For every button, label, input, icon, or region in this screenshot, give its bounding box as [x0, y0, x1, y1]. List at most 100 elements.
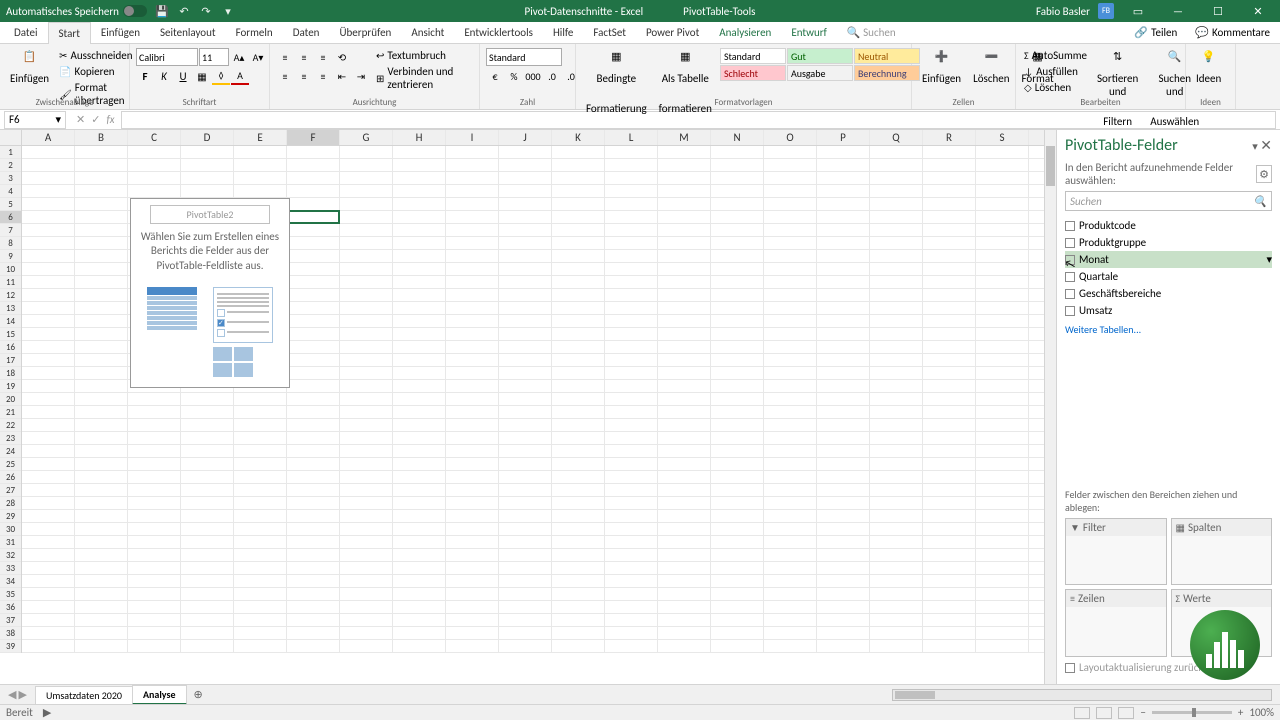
row-header[interactable]: 21: [0, 406, 21, 419]
bold-button[interactable]: F: [136, 67, 154, 85]
row-header[interactable]: 13: [0, 302, 21, 315]
rows-dropzone[interactable]: ≡ Zeilen: [1065, 589, 1167, 657]
row-header[interactable]: 9: [0, 250, 21, 263]
tab-analysieren[interactable]: Analysieren: [709, 22, 781, 44]
autosave-toggle[interactable]: [123, 5, 147, 17]
cut-button[interactable]: ✂ Ausschneiden: [57, 48, 134, 63]
minimize-icon[interactable]: —: [1162, 0, 1194, 22]
close-icon[interactable]: ✕: [1242, 0, 1274, 22]
user-avatar[interactable]: FB: [1098, 3, 1114, 19]
shrink-font-icon[interactable]: A▾: [249, 48, 267, 66]
col-header[interactable]: O: [764, 130, 817, 145]
normal-view-icon[interactable]: [1074, 707, 1090, 719]
vertical-scrollbar[interactable]: [1044, 130, 1056, 684]
col-header[interactable]: Q: [870, 130, 923, 145]
row-header[interactable]: 33: [0, 562, 21, 575]
border-button[interactable]: ▦: [193, 67, 211, 85]
fx-icon[interactable]: fx: [106, 113, 114, 126]
style-ausgabe[interactable]: Ausgabe: [787, 65, 853, 81]
style-berechnung[interactable]: Berechnung: [854, 65, 920, 81]
grow-font-icon[interactable]: A▴: [230, 48, 248, 66]
style-schlecht[interactable]: Schlecht: [720, 65, 786, 81]
indent-inc-icon[interactable]: ⇥: [352, 67, 370, 85]
tab-daten[interactable]: Daten: [283, 22, 330, 44]
comma-icon[interactable]: 000: [524, 67, 542, 85]
columns-dropzone[interactable]: ▦ Spalten: [1171, 518, 1273, 586]
field-item-produktgruppe[interactable]: Produktgruppe: [1065, 234, 1272, 251]
dec-inc-icon[interactable]: .0: [543, 67, 561, 85]
field-checkbox[interactable]: [1065, 238, 1075, 248]
page-layout-view-icon[interactable]: [1096, 707, 1112, 719]
align-center-icon[interactable]: ≡: [295, 67, 313, 85]
sheet-nav-next-icon[interactable]: ▶: [18, 688, 26, 701]
number-format-select[interactable]: [486, 48, 562, 66]
col-header[interactable]: G: [340, 130, 393, 145]
name-box[interactable]: F6▾: [4, 111, 66, 129]
pane-close-icon[interactable]: ✕: [1260, 137, 1272, 154]
fill-color-button[interactable]: ◊: [212, 67, 230, 85]
row-header[interactable]: 7: [0, 224, 21, 237]
paste-button[interactable]: 📋 Einfügen: [6, 48, 53, 87]
tab-datei[interactable]: Datei: [4, 22, 48, 44]
field-checkbox[interactable]: [1065, 289, 1075, 299]
style-standard[interactable]: Standard: [720, 48, 786, 64]
enter-formula-icon[interactable]: ✓: [91, 113, 100, 126]
row-header[interactable]: 30: [0, 523, 21, 536]
col-header[interactable]: H: [393, 130, 446, 145]
orientation-icon[interactable]: ⟲: [333, 48, 351, 66]
fill-button[interactable]: ↓ Ausfüllen: [1022, 64, 1089, 79]
search-box[interactable]: 🔍 Suchen: [837, 22, 906, 44]
indent-dec-icon[interactable]: ⇤: [333, 67, 351, 85]
cancel-formula-icon[interactable]: ✕: [76, 113, 85, 126]
align-bottom-icon[interactable]: ≡: [314, 48, 332, 66]
row-header[interactable]: 20: [0, 393, 21, 406]
col-header[interactable]: N: [711, 130, 764, 145]
underline-button[interactable]: U: [174, 67, 192, 85]
font-size-select[interactable]: [199, 48, 229, 66]
ribbon-display-icon[interactable]: ▭: [1122, 0, 1154, 22]
row-header[interactable]: 37: [0, 614, 21, 627]
row-header[interactable]: 17: [0, 354, 21, 367]
sheet-tab-analyse[interactable]: Analyse: [132, 685, 187, 705]
autosum-button[interactable]: Σ AutoSumme: [1022, 48, 1089, 63]
tab-factset[interactable]: FactSet: [583, 22, 636, 44]
field-item-monat[interactable]: Monat▾: [1065, 251, 1272, 268]
row-header[interactable]: 16: [0, 341, 21, 354]
ideas-button[interactable]: 💡Ideen: [1192, 48, 1225, 87]
macro-record-icon[interactable]: ▶: [43, 706, 51, 719]
tab-formeln[interactable]: Formeln: [226, 22, 283, 44]
row-header[interactable]: 14: [0, 315, 21, 328]
delete-cells-button[interactable]: ➖Löschen: [969, 48, 1013, 87]
comments-button[interactable]: 💬 Kommentare: [1189, 26, 1276, 39]
pane-dropdown-icon[interactable]: ▾: [1252, 140, 1258, 153]
defer-checkbox[interactable]: [1065, 663, 1075, 673]
tab-seitenlayout[interactable]: Seitenlayout: [150, 22, 226, 44]
zoom-in-icon[interactable]: +: [1238, 706, 1243, 719]
row-header[interactable]: 39: [0, 640, 21, 653]
col-header[interactable]: L: [605, 130, 658, 145]
currency-icon[interactable]: €: [486, 67, 504, 85]
row-header[interactable]: 26: [0, 471, 21, 484]
row-header[interactable]: 19: [0, 380, 21, 393]
more-tables-link[interactable]: Weitere Tabellen...: [1065, 319, 1272, 340]
row-header[interactable]: 11: [0, 276, 21, 289]
page-break-view-icon[interactable]: [1118, 707, 1134, 719]
row-header[interactable]: 22: [0, 419, 21, 432]
tab-ansicht[interactable]: Ansicht: [401, 22, 454, 44]
sheet-tab-umsatzdaten[interactable]: Umsatzdaten 2020: [35, 686, 133, 704]
italic-button[interactable]: K: [155, 67, 173, 85]
row-header[interactable]: 3: [0, 172, 21, 185]
gear-icon[interactable]: ⚙: [1256, 165, 1272, 183]
copy-button[interactable]: 📄 Kopieren: [57, 64, 134, 79]
zoom-out-icon[interactable]: −: [1140, 706, 1145, 719]
merge-button[interactable]: ⊞ Verbinden und zentrieren: [374, 64, 473, 92]
row-header[interactable]: 27: [0, 484, 21, 497]
style-gut[interactable]: Gut: [787, 48, 853, 64]
align-middle-icon[interactable]: ≡: [295, 48, 313, 66]
sort-filter-button[interactable]: ⇅Sortieren undFiltern: [1093, 48, 1142, 130]
row-header[interactable]: 10: [0, 263, 21, 276]
filter-dropzone[interactable]: ▼ Filter: [1065, 518, 1167, 586]
tab-powerpivot[interactable]: Power Pivot: [636, 22, 709, 44]
insert-cells-button[interactable]: ➕Einfügen: [918, 48, 965, 87]
maximize-icon[interactable]: ☐: [1202, 0, 1234, 22]
